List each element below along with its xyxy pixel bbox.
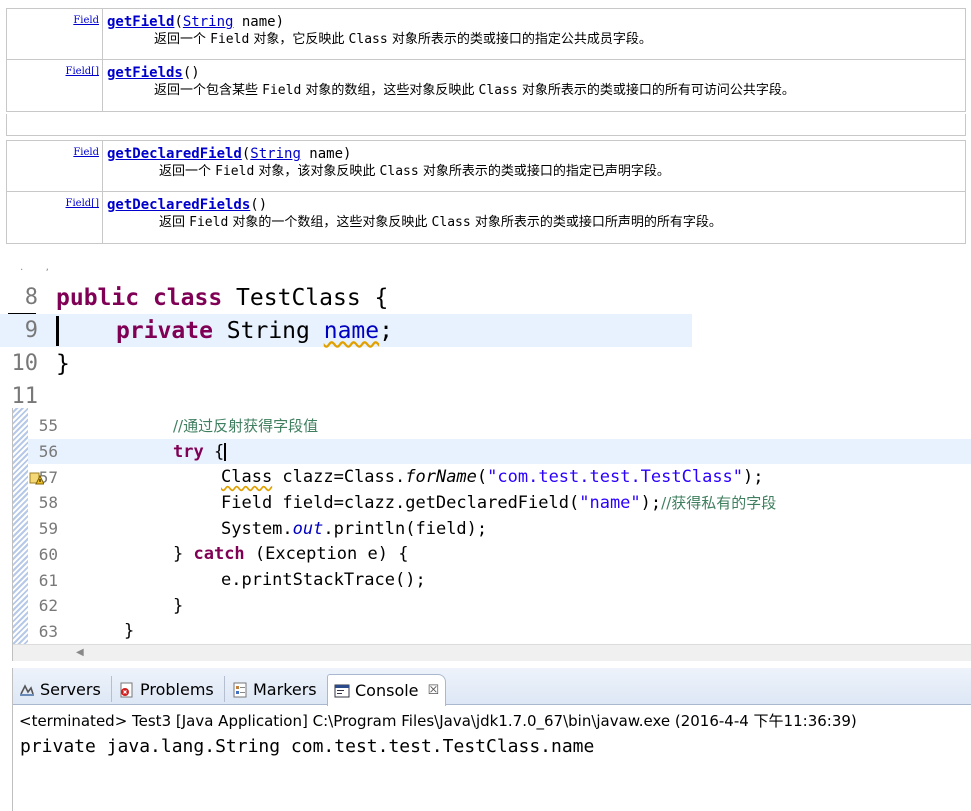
tab-problems[interactable]: Problems <box>113 674 220 705</box>
line-number: 60 <box>38 544 58 564</box>
code-text: } <box>173 595 184 616</box>
javadoc-row-getField: Field getField(String name) 返回一个 Field 对… <box>6 8 966 60</box>
line-number: 8 <box>24 285 38 310</box>
console-output[interactable]: private java.lang.String com.test.test.T… <box>20 736 594 757</box>
problems-icon <box>120 682 133 697</box>
editor-line-62: 62 } <box>28 593 971 619</box>
javadoc-table-group2: Field getDeclaredField(String name) 返回一个… <box>6 140 966 244</box>
tab-servers[interactable]: Servers <box>13 674 107 705</box>
tab-label: Markers <box>253 680 317 699</box>
code-text: } catch (Exception e) { <box>173 544 409 565</box>
snippet-line-8: 8 public class TestClass { <box>0 281 389 314</box>
line-number: 55 <box>38 416 58 436</box>
view-tab-strip: Servers Problems Markers Console ☒ <box>13 668 971 706</box>
code-text: } <box>124 621 135 642</box>
type-link-field-array[interactable]: Field[] <box>66 66 99 77</box>
code-text: //通过反射获得字段值 <box>173 417 319 436</box>
method-description: 返回一个 Field 对象，该对象反映此 Class 对象所表示的类或接口的指定… <box>159 164 670 179</box>
javadoc-row-getDeclaredFields: Field[] getDeclaredFields() 返回 Field 对象的… <box>6 192 966 244</box>
method-description: 返回 Field 对象的一个数组，这些对象反映此 Class 对象所表示的类或接… <box>159 215 722 230</box>
param-type-link-string[interactable]: String <box>183 14 234 30</box>
type-link-field-array[interactable]: Field[] <box>66 198 99 209</box>
scroll-left-icon[interactable]: ◀ <box>76 647 84 658</box>
method-description: 返回一个 Field 对象，它反映此 Class 对象所表示的类或接口的指定公共… <box>154 32 652 47</box>
editor-line-61: 61 e.printStackTrace(); <box>28 567 971 593</box>
line-number: 10 <box>11 351 39 376</box>
markers-icon <box>233 682 247 697</box>
tab-divider <box>111 676 112 702</box>
snippet-line-10: 10 } <box>0 347 70 380</box>
snippet-line-9: 9 private String name; <box>0 314 692 347</box>
java-editor[interactable]: 55 //通过反射获得字段值 56 try { 57 Class clazz=C… <box>12 408 971 661</box>
javadoc-method-summary: Field getField(String name) 返回一个 Field 对… <box>0 0 971 246</box>
console-status-line: <terminated> Test3 [Java Application] C:… <box>19 712 857 730</box>
code-text: public class TestClass { <box>56 284 389 311</box>
warning-marker-icon[interactable] <box>29 470 44 485</box>
method-link-getDeclaredFields[interactable]: getDeclaredFields <box>107 197 250 213</box>
line-number: 9 <box>24 318 38 343</box>
method-link-getField[interactable]: getField <box>107 14 174 30</box>
line-number: 56 <box>38 442 58 462</box>
editor-line-57: 57 Class clazz=Class.forName("com.test.t… <box>28 464 971 490</box>
line-number: 58 <box>38 493 58 513</box>
snippet-line-11: 11 <box>0 380 39 406</box>
tab-label: Problems <box>140 680 214 699</box>
horizontal-scrollbar[interactable]: ◀ <box>13 644 971 661</box>
javadoc-row-getDeclaredField: Field getDeclaredField(String name) 返回一个… <box>6 140 966 192</box>
testclass-code-snippet: ․ ‚ 8 public class TestClass { 9 private… <box>0 256 971 406</box>
code-text: try { <box>173 441 227 462</box>
editor-line-58: 58 Field field=clazz.getDeclaredField("n… <box>28 490 971 516</box>
tab-console[interactable]: Console ☒ <box>327 674 447 706</box>
editor-line-63: 63 } <box>28 619 971 645</box>
text-cursor <box>224 442 227 461</box>
line-number: 62 <box>38 596 58 616</box>
type-link-field[interactable]: Field <box>73 15 99 26</box>
cropped-artifact: ․ ‚ <box>20 262 49 273</box>
code-text: e.printStackTrace(); <box>221 570 426 591</box>
javadoc-separator <box>6 114 966 136</box>
code-text: private String name; <box>116 317 393 344</box>
javadoc-row-getFields: Field[] getFields() 返回一个包含某些 Field 对象的数组… <box>6 60 966 112</box>
editor-line-60: 60 } catch (Exception e) { <box>28 542 971 568</box>
code-text: System.out.println(field); <box>221 518 488 539</box>
line-number: 59 <box>38 519 58 539</box>
param-type-link-string[interactable]: String <box>250 146 301 162</box>
method-link-getFields[interactable]: getFields <box>107 65 183 81</box>
console-icon <box>334 684 350 697</box>
javadoc-table-group1: Field getField(String name) 返回一个 Field 对… <box>6 8 966 112</box>
line-number: 63 <box>38 621 58 641</box>
editor-line-56: 56 try { <box>28 438 971 465</box>
code-text: Class clazz=Class.forName("com.test.test… <box>221 467 764 488</box>
code-text: Field field=clazz.getDeclaredField("name… <box>221 493 777 514</box>
servers-icon <box>20 683 34 696</box>
console-view: Servers Problems Markers Console ☒ <term… <box>12 668 971 811</box>
editor-overview-ruler[interactable] <box>13 408 28 644</box>
tab-label: Servers <box>40 680 101 699</box>
tab-markers[interactable]: Markers <box>226 674 323 705</box>
code-text: } <box>56 350 70 377</box>
editor-line-55: 55 //通过反射获得字段值 <box>28 413 971 439</box>
line-number: 11 <box>11 384 39 406</box>
method-link-getDeclaredField[interactable]: getDeclaredField <box>107 146 242 162</box>
close-icon[interactable]: ☒ <box>428 683 440 698</box>
tab-divider <box>224 676 225 702</box>
type-link-field[interactable]: Field <box>73 147 99 158</box>
tab-label: Console <box>355 681 419 700</box>
editor-line-59: 59 System.out.println(field); <box>28 516 971 542</box>
method-description: 返回一个包含某些 Field 对象的数组，这些对象反映此 Class 对象所表示… <box>154 83 795 98</box>
line-number: 61 <box>38 570 58 590</box>
